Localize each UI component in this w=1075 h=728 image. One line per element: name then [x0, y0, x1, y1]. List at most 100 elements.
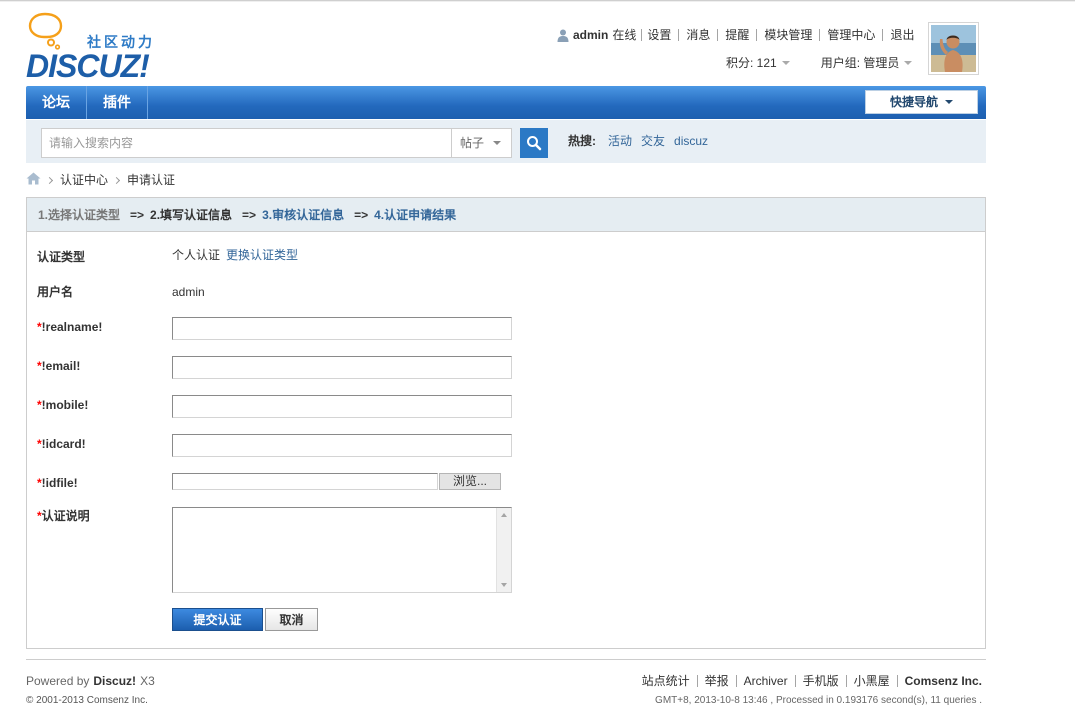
scroll-down-icon[interactable]	[501, 583, 507, 587]
mobile-input[interactable]	[172, 395, 512, 418]
breadcrumb: 认证中心 申请认证	[26, 172, 175, 188]
speech-bubble-icon	[28, 12, 63, 50]
email-input[interactable]	[172, 356, 512, 379]
separator	[678, 29, 680, 41]
footer-links: 站点统计 举报 Archiver 手机版 小黑屋 Comsenz Inc.	[642, 673, 982, 689]
nav-item-plugins[interactable]: 插件	[87, 86, 148, 119]
idfile-path-field[interactable]	[172, 473, 438, 490]
credits-text: 积分: 121	[726, 56, 777, 70]
hot-searches: 热搜: 活动 交友 discuz	[568, 133, 717, 149]
description-field	[172, 507, 512, 593]
hot-search-term[interactable]: 交友	[641, 133, 665, 149]
change-type-link[interactable]: 更换认证类型	[226, 248, 298, 262]
username-link[interactable]: admin	[573, 27, 608, 43]
browse-button[interactable]: 浏览...	[439, 473, 501, 490]
search-type-value: 帖子	[460, 136, 485, 150]
textarea-scrollbar[interactable]	[496, 508, 511, 592]
step-3: 3.审核认证信息	[262, 207, 345, 222]
separator	[819, 29, 821, 41]
description-label: *认证说明	[37, 508, 90, 524]
step-4: 4.认证申请结果	[374, 207, 457, 222]
hot-search-label: 热搜:	[568, 134, 596, 148]
messages-link[interactable]: 消息	[686, 27, 710, 43]
quick-nav-button[interactable]: 快捷导航	[865, 90, 978, 114]
hot-search-term[interactable]: 活动	[608, 133, 632, 149]
mobile-label: *!mobile!	[37, 397, 88, 413]
copyright: © 2001-2013 Comsenz Inc.	[26, 695, 148, 706]
logout-link[interactable]: 退出	[890, 27, 914, 43]
powered-prefix: Powered by	[26, 674, 90, 688]
footer-company-link[interactable]: Comsenz Inc.	[905, 673, 982, 689]
search-type-select[interactable]: 帖子	[452, 128, 512, 158]
scroll-up-icon[interactable]	[501, 513, 507, 517]
chevron-right-icon	[45, 176, 54, 184]
idcard-input[interactable]	[172, 434, 512, 457]
separator	[882, 29, 884, 41]
description-label-text: 认证说明	[41, 509, 90, 523]
online-status[interactable]: 在线	[612, 27, 636, 43]
search-button[interactable]	[520, 128, 548, 158]
step-arrow: =>	[242, 207, 257, 222]
separator	[845, 675, 847, 687]
footer-link-mobile[interactable]: 手机版	[803, 673, 839, 689]
idcard-label: *!idcard!	[37, 436, 86, 452]
verification-panel: 1.选择认证类型 => 2.填写认证信息 => 3.审核认证信息 => 4.认证…	[26, 197, 986, 649]
progress-steps: 1.选择认证类型 => 2.填写认证信息 => 3.审核认证信息 => 4.认证…	[27, 198, 985, 232]
footer-link-stats[interactable]: 站点统计	[642, 673, 690, 689]
main-nav: 论坛 插件 快捷导航	[26, 86, 986, 119]
idfile-label: *!idfile!	[37, 475, 78, 491]
separator	[735, 675, 737, 687]
chevron-down-icon	[781, 61, 790, 65]
search-input[interactable]	[42, 129, 451, 157]
notifications-link[interactable]: 提醒	[725, 27, 749, 43]
hot-search-term[interactable]: discuz	[674, 133, 708, 149]
verify-type-value: 个人认证	[172, 248, 221, 262]
breadcrumb-current: 申请认证	[127, 173, 176, 187]
usergroup-text: 用户组: 管理员	[820, 56, 900, 70]
footer-link-report[interactable]: 举报	[705, 673, 729, 689]
footer-link-blacklist[interactable]: 小黑屋	[854, 673, 890, 689]
footer-link-archiver[interactable]: Archiver	[744, 673, 788, 689]
description-textarea[interactable]	[173, 508, 496, 592]
email-label: *!email!	[37, 358, 80, 374]
home-icon	[26, 172, 41, 184]
email-label-text: !email!	[41, 359, 81, 373]
user-stats: 积分: 121 用户组: 管理员	[726, 55, 913, 71]
separator	[756, 29, 758, 41]
username-value: admin	[172, 285, 205, 299]
nav-item-forum[interactable]: 论坛	[26, 86, 87, 119]
page-stats: GMT+8, 2013-10-8 13:46 , Processed in 0.…	[655, 695, 982, 706]
idcard-label-text: !idcard!	[41, 437, 86, 451]
separator	[896, 675, 898, 687]
chevron-down-icon	[945, 100, 953, 104]
logo-wordmark: DISCUZ!	[26, 48, 150, 84]
search-box	[41, 128, 452, 158]
breadcrumb-item[interactable]: 认证中心	[60, 172, 108, 188]
submit-verification-button[interactable]: 提交认证	[172, 608, 263, 631]
separator	[794, 675, 796, 687]
separator	[641, 29, 643, 41]
separator	[696, 675, 698, 687]
user-icon	[557, 29, 569, 42]
credits-menu[interactable]: 积分: 121	[726, 55, 790, 71]
step-2: 2.填写认证信息	[150, 207, 233, 222]
avatar[interactable]	[928, 22, 979, 75]
site-logo[interactable]: 社区动力 DISCUZ!	[26, 12, 158, 82]
module-admin-link[interactable]: 模块管理	[764, 27, 812, 43]
home-link[interactable]	[26, 172, 41, 189]
verify-type-row: 个人认证 更换认证类型	[172, 247, 298, 263]
settings-link[interactable]: 设置	[647, 27, 671, 43]
search-bar: 帖子 热搜: 活动 交友 discuz	[26, 120, 986, 163]
cancel-button[interactable]: 取消	[265, 608, 318, 631]
usergroup-menu[interactable]: 用户组: 管理员	[821, 55, 913, 71]
footer-divider	[26, 659, 986, 660]
realname-label-text: !realname!	[41, 320, 103, 334]
step-1: 1.选择认证类型	[38, 207, 121, 222]
realname-label: *!realname!	[37, 319, 102, 335]
admin-center-link[interactable]: 管理中心	[827, 27, 875, 43]
step-arrow: =>	[130, 207, 145, 222]
top-border	[0, 0, 1075, 2]
powered-brand-link[interactable]: Discuz!	[93, 674, 136, 688]
avatar-image	[931, 25, 976, 72]
realname-input[interactable]	[172, 317, 512, 340]
